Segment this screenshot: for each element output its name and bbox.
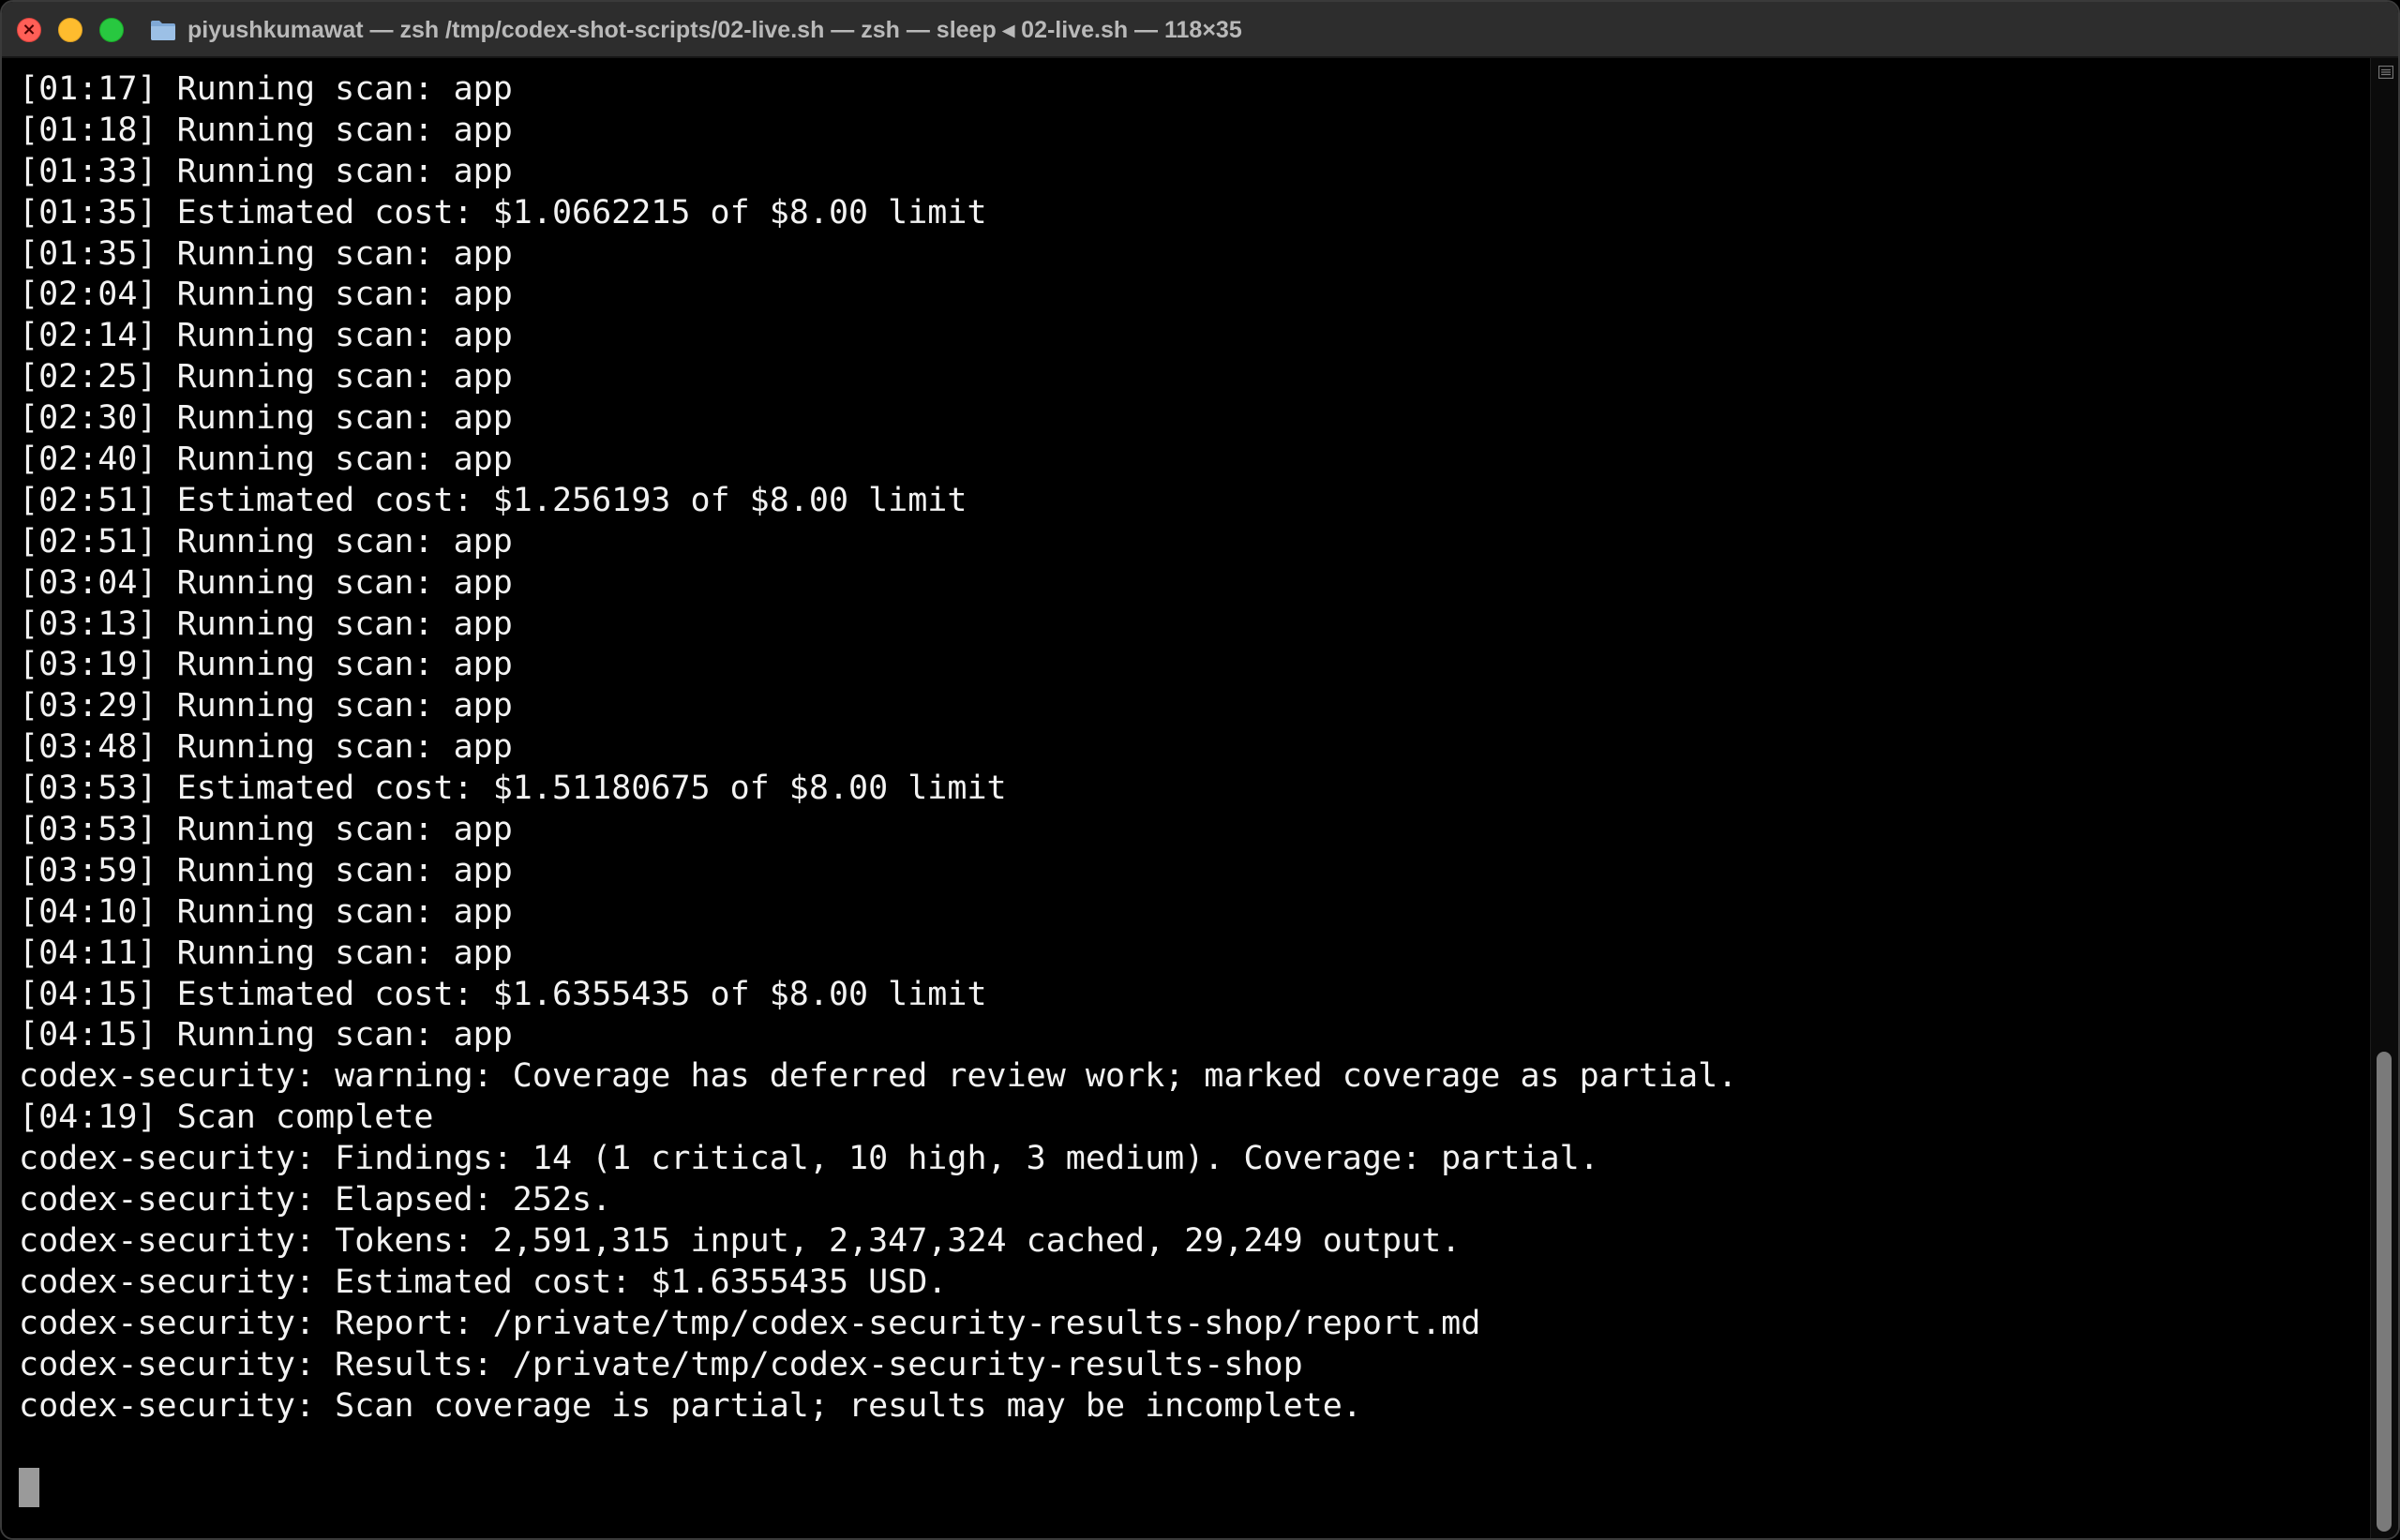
terminal-window: × piyushkumawat — zsh /tmp/codex-shot-sc… xyxy=(0,0,2400,1540)
terminal-line: [01:35] Running scan: app xyxy=(19,234,513,273)
terminal-line: [02:14] Running scan: app xyxy=(19,317,513,355)
terminal-line: [02:30] Running scan: app xyxy=(19,399,513,438)
terminal-line: [01:33] Running scan: app xyxy=(19,152,513,190)
text-cursor xyxy=(19,1468,39,1507)
terminal-line: [04:11] Running scan: app xyxy=(19,934,513,972)
terminal-line: [02:51] Estimated cost: $1.256193 of $8.… xyxy=(19,481,968,519)
terminal-line: [01:35] Estimated cost: $1.0662215 of $8… xyxy=(19,193,987,232)
terminal-line: codex-security: Estimated cost: $1.63554… xyxy=(19,1263,948,1301)
terminal-line: [01:17] Running scan: app xyxy=(19,70,513,108)
terminal-line: [03:53] Estimated cost: $1.51180675 of $… xyxy=(19,770,1007,808)
terminal-output-area[interactable]: [01:17] Running scan: app [01:18] Running… xyxy=(2,58,2370,1538)
terminal-line: [04:10] Running scan: app xyxy=(19,892,513,931)
terminal-line: codex-security: warning: Coverage has de… xyxy=(19,1057,1738,1096)
terminal-line: codex-security: Elapsed: 252s. xyxy=(19,1181,612,1219)
terminal-lines: [01:17] Running scan: app [01:18] Running… xyxy=(19,69,1737,1509)
terminal-line: codex-security: Findings: 14 (1 critical… xyxy=(19,1140,1599,1178)
terminal-line: [02:25] Running scan: app xyxy=(19,358,513,396)
terminal-line: [03:13] Running scan: app xyxy=(19,605,513,643)
window-title-group: piyushkumawat — zsh /tmp/codex-shot-scri… xyxy=(150,2,1242,58)
terminal-line: codex-security: Scan coverage is partial… xyxy=(19,1386,1362,1425)
close-icon: × xyxy=(22,20,37,39)
terminal-line: [02:04] Running scan: app xyxy=(19,276,513,314)
minimize-button[interactable] xyxy=(58,18,82,42)
vertical-scrollbar[interactable] xyxy=(2370,58,2398,1538)
terminal-line: [03:19] Running scan: app xyxy=(19,646,513,684)
terminal-line: [03:29] Running scan: app xyxy=(19,687,513,725)
terminal-line: codex-security: Tokens: 2,591,315 input,… xyxy=(19,1221,1462,1260)
terminal-line: [02:51] Running scan: app xyxy=(19,522,513,561)
terminal-line: [03:04] Running scan: app xyxy=(19,563,513,602)
terminal-line: codex-security: Report: /private/tmp/cod… xyxy=(19,1304,1481,1342)
terminal-line: [04:19] Scan complete xyxy=(19,1099,434,1137)
zoom-button[interactable] xyxy=(99,18,124,42)
title-bar[interactable]: × piyushkumawat — zsh /tmp/codex-shot-sc… xyxy=(2,2,2398,58)
scrollbar-thumb[interactable] xyxy=(2377,1052,2392,1532)
terminal-line: [03:59] Running scan: app xyxy=(19,851,513,890)
terminal-line: [03:53] Running scan: app xyxy=(19,811,513,849)
terminal-line: [02:40] Running scan: app xyxy=(19,441,513,479)
close-button[interactable]: × xyxy=(17,18,41,42)
folder-icon xyxy=(151,21,175,40)
scroll-marker-icon xyxy=(2378,66,2393,79)
window-title: piyushkumawat — zsh /tmp/codex-shot-scri… xyxy=(188,17,1242,43)
terminal-line: [03:48] Running scan: app xyxy=(19,728,513,767)
terminal-line: [01:18] Running scan: app xyxy=(19,111,513,149)
terminal-line: [04:15] Estimated cost: $1.6355435 of $8… xyxy=(19,975,987,1013)
terminal-line: codex-security: Results: /private/tmp/co… xyxy=(19,1345,1303,1383)
terminal-line: [04:15] Running scan: app xyxy=(19,1016,513,1054)
